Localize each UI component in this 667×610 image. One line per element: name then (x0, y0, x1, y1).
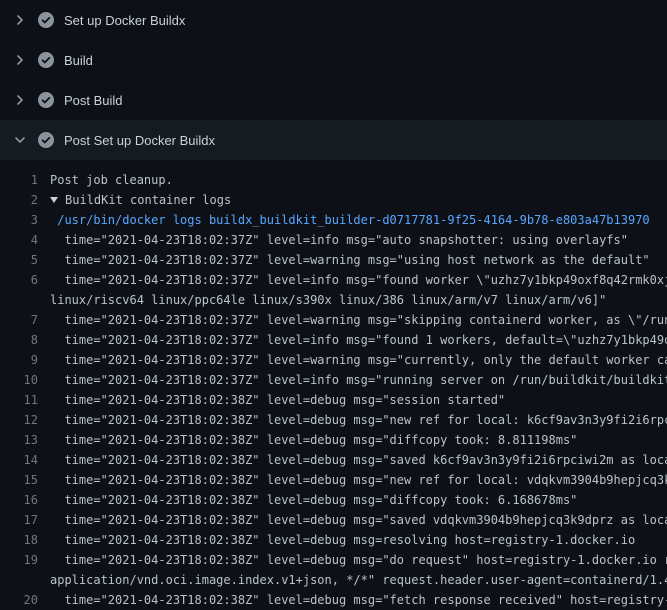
log-line-number[interactable]: 12 (0, 410, 50, 430)
log-line-text: time="2021-04-23T18:02:38Z" level=debug … (50, 530, 635, 550)
log-line: 16 time="2021-04-23T18:02:38Z" level=deb… (0, 490, 667, 510)
log-line-text: time="2021-04-23T18:02:37Z" level=warnin… (50, 310, 667, 330)
log-line-number[interactable]: 20 (0, 590, 50, 610)
step-label: Post Build (64, 93, 123, 108)
step-header-set-up-docker-buildx[interactable]: Set up Docker Buildx (0, 0, 667, 40)
log-line-text: time="2021-04-23T18:02:37Z" level=warnin… (50, 350, 667, 370)
log-line-text: time="2021-04-23T18:02:38Z" level=debug … (50, 450, 667, 470)
log-line: 7 time="2021-04-23T18:02:37Z" level=warn… (0, 310, 667, 330)
step-header-post-set-up-docker-buildx[interactable]: Post Set up Docker Buildx (0, 120, 667, 160)
check-circle-icon (38, 52, 54, 68)
log-line: 11 time="2021-04-23T18:02:38Z" level=deb… (0, 390, 667, 410)
log-line-number[interactable]: 7 (0, 310, 50, 330)
log-line-text: time="2021-04-23T18:02:38Z" level=debug … (50, 550, 667, 570)
triangle-down-icon (50, 197, 58, 203)
log-line-number[interactable]: 15 (0, 470, 50, 490)
chevron-right-icon (12, 52, 28, 68)
log-line-text: time="2021-04-23T18:02:38Z" level=debug … (50, 430, 577, 450)
log-group-header[interactable]: BuildKit container logs (50, 190, 231, 210)
log-line-number[interactable]: 8 (0, 330, 50, 350)
log-line: 15 time="2021-04-23T18:02:38Z" level=deb… (0, 470, 667, 490)
log-line-text: Post job cleanup. (50, 170, 173, 190)
log-line-text: time="2021-04-23T18:02:38Z" level=debug … (50, 490, 577, 510)
chevron-down-icon (12, 132, 28, 148)
log-line: 3 /usr/bin/docker logs buildx_buildkit_b… (0, 210, 667, 230)
log-line-number[interactable]: 6 (0, 270, 50, 290)
log-line: 17 time="2021-04-23T18:02:38Z" level=deb… (0, 510, 667, 530)
log-line-number[interactable]: 10 (0, 370, 50, 390)
log-line: 1 Post job cleanup. (0, 170, 667, 190)
log-line: 12 time="2021-04-23T18:02:38Z" level=deb… (0, 410, 667, 430)
log-line-number[interactable]: 16 (0, 490, 50, 510)
step-header-post-build[interactable]: Post Build (0, 80, 667, 120)
log-line-text: application/vnd.oci.image.index.v1+json,… (50, 570, 667, 590)
log-line-number[interactable]: 1 (0, 170, 50, 190)
log-line-text: time="2021-04-23T18:02:37Z" level=warnin… (50, 250, 650, 270)
log-line-number[interactable]: 3 (0, 210, 50, 230)
log-line-text: time="2021-04-23T18:02:37Z" level=info m… (50, 330, 667, 350)
log-line-text: time="2021-04-23T18:02:38Z" level=debug … (50, 590, 667, 610)
check-circle-icon (38, 92, 54, 108)
log-line-text: time="2021-04-23T18:02:37Z" level=info m… (50, 230, 628, 250)
log-line-text: linux/riscv64 linux/ppc64le linux/s390x … (50, 290, 606, 310)
check-circle-icon (38, 132, 54, 148)
log-line-number[interactable]: 9 (0, 350, 50, 370)
step-label: Post Set up Docker Buildx (64, 133, 215, 148)
chevron-right-icon (12, 92, 28, 108)
step-list: Set up Docker Buildx Build Post Build Po… (0, 0, 667, 160)
log-line: 6 time="2021-04-23T18:02:37Z" level=info… (0, 270, 667, 290)
log-line-number[interactable]: 2 (0, 190, 50, 210)
log-line: 9 time="2021-04-23T18:02:37Z" level=warn… (0, 350, 667, 370)
log-line: 5 time="2021-04-23T18:02:37Z" level=warn… (0, 250, 667, 270)
log-line-wrap-continuation: linux/riscv64 linux/ppc64le linux/s390x … (0, 290, 667, 310)
log-line: 8 time="2021-04-23T18:02:37Z" level=info… (0, 330, 667, 350)
log-group-label: BuildKit container logs (65, 193, 231, 207)
log-line-text: time="2021-04-23T18:02:38Z" level=debug … (50, 390, 505, 410)
log-line-number[interactable]: 14 (0, 450, 50, 470)
check-circle-icon (38, 12, 54, 28)
log-line-number[interactable]: 5 (0, 250, 50, 270)
step-label: Build (64, 53, 93, 68)
chevron-right-icon (12, 12, 28, 28)
log-command-text: /usr/bin/docker logs buildx_buildkit_bui… (50, 210, 650, 230)
log-line: 20 time="2021-04-23T18:02:38Z" level=deb… (0, 590, 667, 610)
log-line: 19 time="2021-04-23T18:02:38Z" level=deb… (0, 550, 667, 570)
log-area: 1 Post job cleanup. 2 BuildKit container… (0, 160, 667, 610)
log-line: 14 time="2021-04-23T18:02:38Z" level=deb… (0, 450, 667, 470)
log-line: 4 time="2021-04-23T18:02:37Z" level=info… (0, 230, 667, 250)
log-line-text: time="2021-04-23T18:02:37Z" level=info m… (50, 270, 667, 290)
log-line: 13 time="2021-04-23T18:02:38Z" level=deb… (0, 430, 667, 450)
log-line: 18 time="2021-04-23T18:02:38Z" level=deb… (0, 530, 667, 550)
log-line-number[interactable]: 18 (0, 530, 50, 550)
log-line-number[interactable]: 4 (0, 230, 50, 250)
log-line-text: time="2021-04-23T18:02:38Z" level=debug … (50, 410, 667, 430)
log-line-number[interactable]: 13 (0, 430, 50, 450)
log-line-text: time="2021-04-23T18:02:37Z" level=info m… (50, 370, 667, 390)
log-line-number[interactable]: 17 (0, 510, 50, 530)
log-line: 10 time="2021-04-23T18:02:37Z" level=inf… (0, 370, 667, 390)
log-line-text: time="2021-04-23T18:02:38Z" level=debug … (50, 510, 667, 530)
log-line-number[interactable]: 19 (0, 550, 50, 570)
log-line-number[interactable]: 11 (0, 390, 50, 410)
log-line-wrap-continuation: application/vnd.oci.image.index.v1+json,… (0, 570, 667, 590)
step-header-build[interactable]: Build (0, 40, 667, 80)
log-line-group[interactable]: 2 BuildKit container logs (0, 190, 667, 210)
log-line-text: time="2021-04-23T18:02:38Z" level=debug … (50, 470, 667, 490)
step-label: Set up Docker Buildx (64, 13, 185, 28)
